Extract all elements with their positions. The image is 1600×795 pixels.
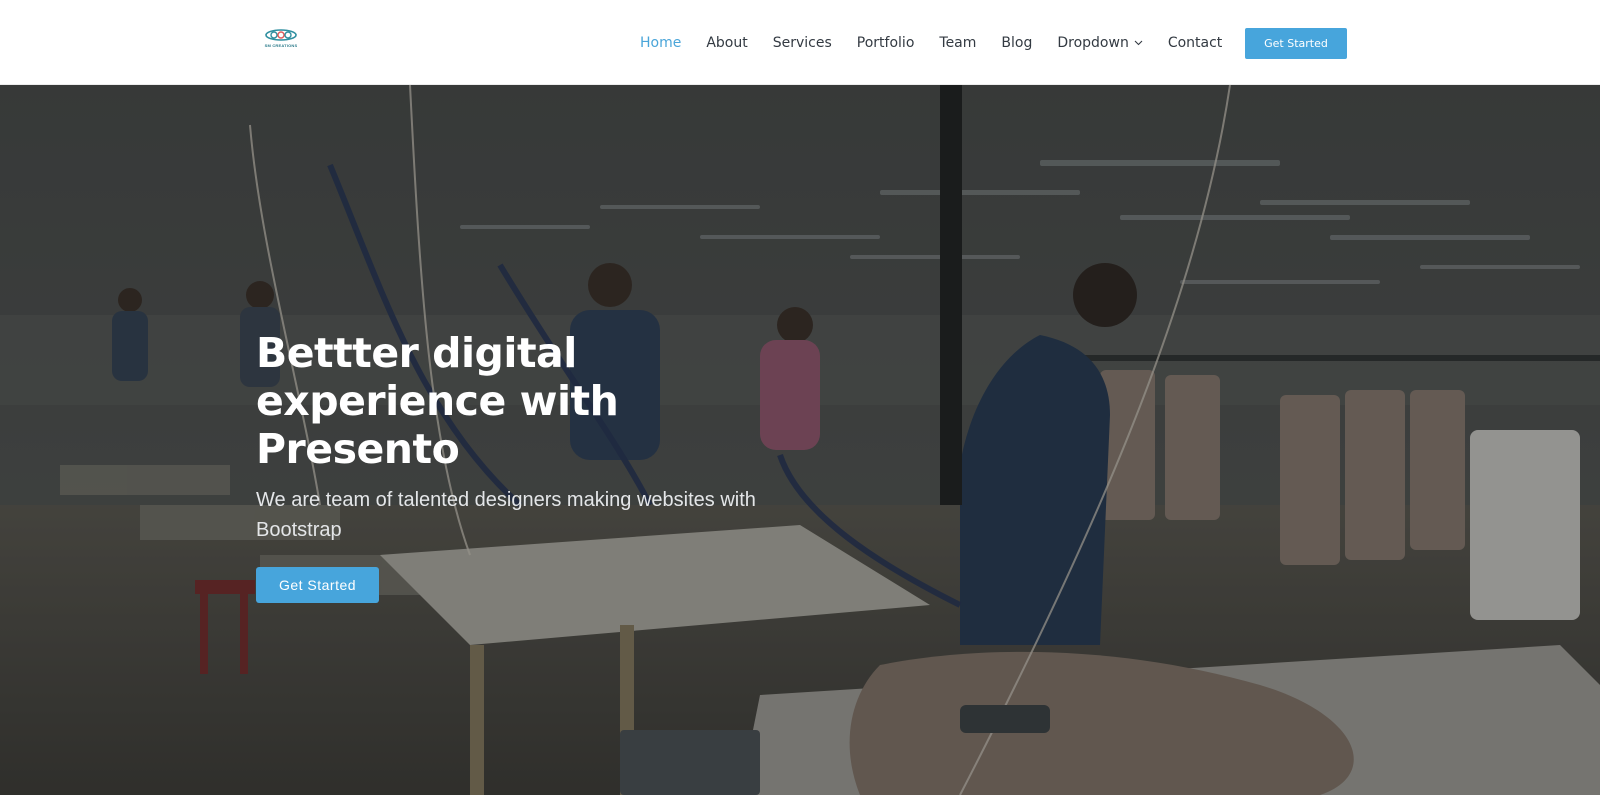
logo-text: SM CREATIONS [264,43,298,48]
nav-item-portfolio[interactable]: Portfolio [857,35,915,51]
hero-title: Bettter digital experience with Presento [256,329,619,473]
brand-logo[interactable]: SM CREATIONS [262,28,300,56]
nav-item-blog[interactable]: Blog [1001,35,1032,51]
hero-get-started-button[interactable]: Get Started [256,567,379,603]
chevron-down-icon [1134,40,1143,45]
nav-item-about[interactable]: About [706,35,747,51]
logo-mark-icon [265,29,297,41]
hero-subtitle: We are team of talented designers making… [256,489,756,541]
nav-item-home[interactable]: Home [640,35,681,51]
nav-item-team[interactable]: Team [939,35,976,51]
header-get-started-button[interactable]: Get Started [1245,28,1347,59]
nav-item-dropdown[interactable]: Dropdown [1057,34,1143,51]
main-nav: Home About Services Portfolio Team Blog … [640,0,1247,85]
hero-section: Bettter digital experience with Presento… [0,85,1600,795]
hero-content: Bettter digital experience with Presento… [256,329,816,603]
nav-item-services[interactable]: Services [773,35,832,51]
nav-item-contact[interactable]: Contact [1168,35,1222,51]
nav-item-dropdown-label: Dropdown [1057,34,1129,51]
site-header: SM CREATIONS Home About Services Portfol… [0,0,1600,85]
